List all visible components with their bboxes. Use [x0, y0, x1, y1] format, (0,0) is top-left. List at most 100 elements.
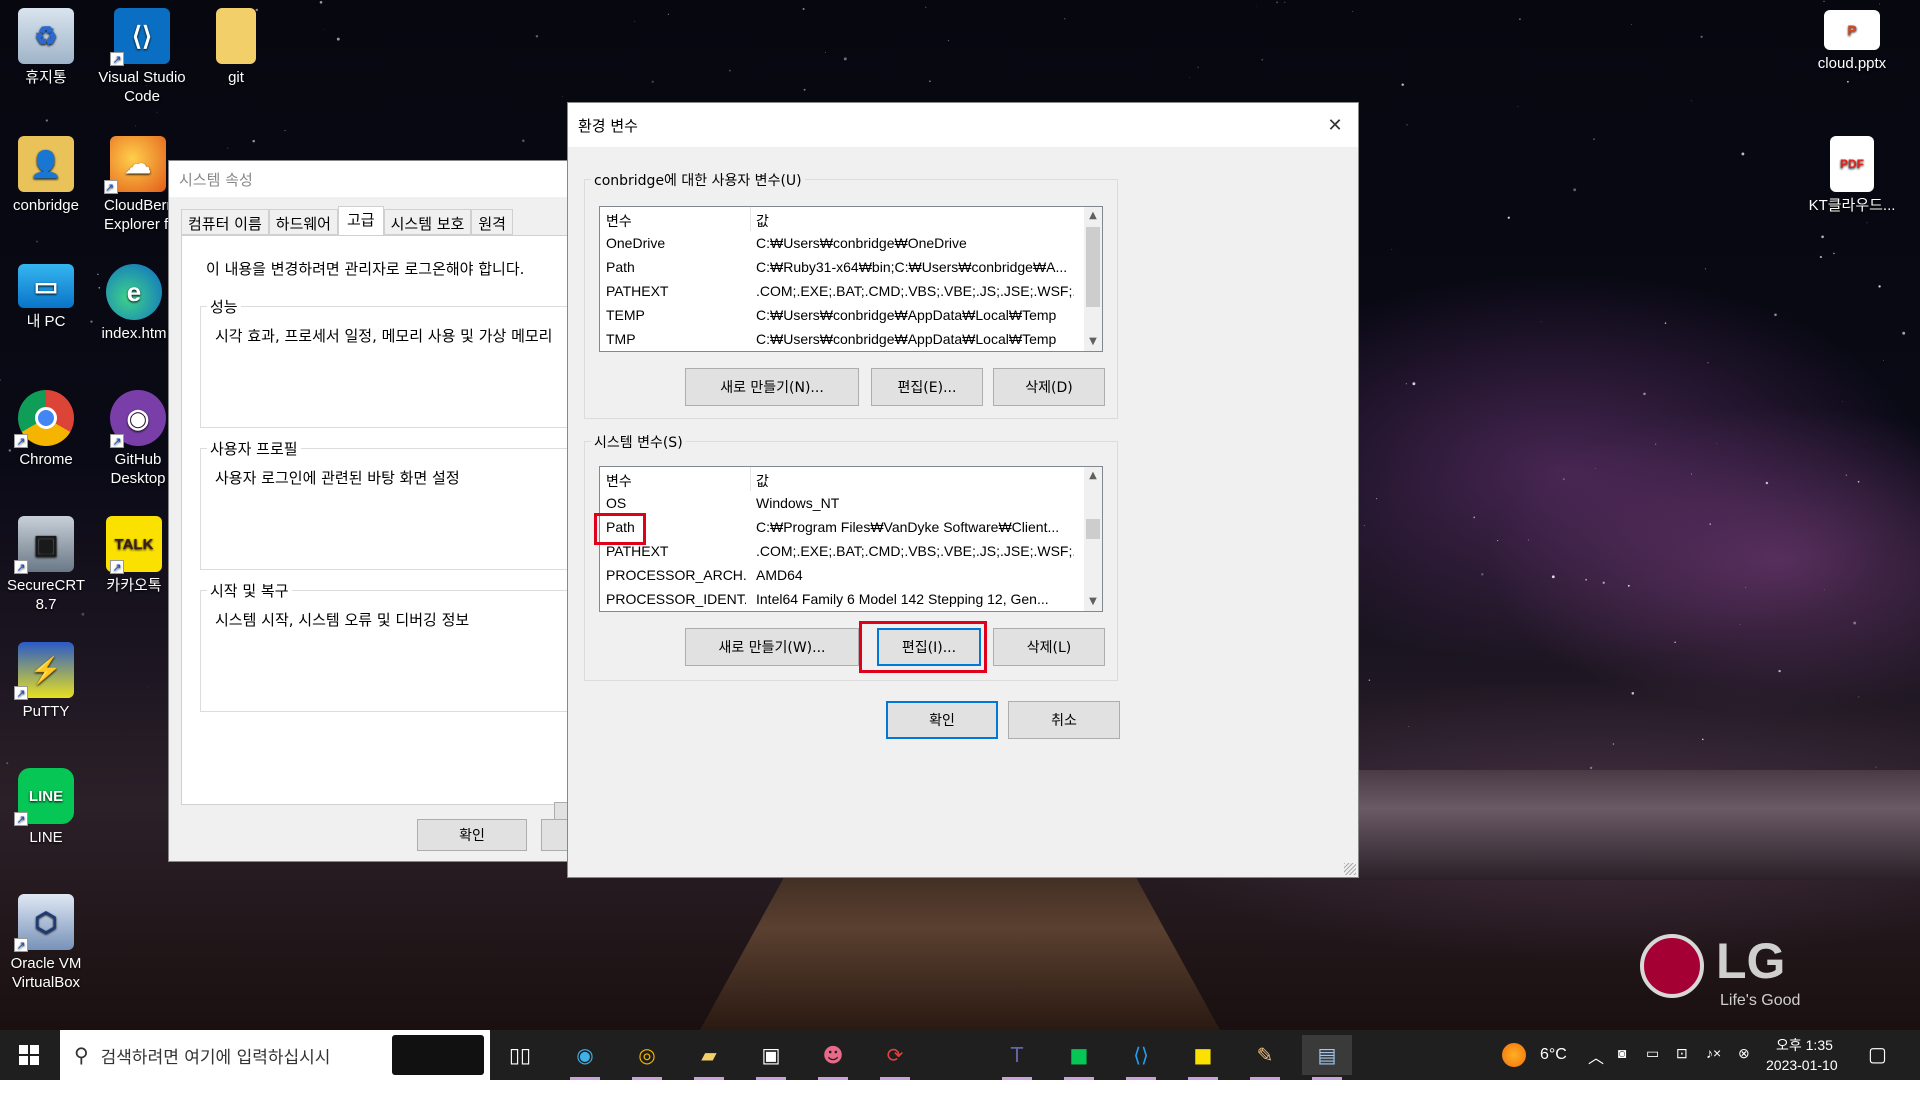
- user-list-scrollbar[interactable]: ▲ ▼: [1084, 207, 1102, 351]
- resize-grip-icon[interactable]: [1344, 863, 1356, 875]
- star: [1507, 216, 1510, 219]
- network-icon[interactable]: ⊡: [1676, 1045, 1688, 1062]
- chrome-icon[interactable]: ◎: [622, 1035, 672, 1080]
- user-new-button[interactable]: 새로 만들기(N)...: [685, 368, 859, 406]
- column-header-variable[interactable]: 변수: [606, 471, 746, 491]
- table-row[interactable]: OneDrive C:₩Users₩conbridge₩OneDrive: [600, 231, 1102, 255]
- weather-temperature[interactable]: 6°C: [1540, 1046, 1567, 1064]
- star: [1401, 83, 1404, 86]
- desktop-icon-kakaotalk[interactable]: TALK ↗ 카카오톡: [96, 516, 172, 595]
- table-row[interactable]: TEMP C:₩Users₩conbridge₩AppData₩Local₩Te…: [600, 303, 1102, 327]
- variable-value: .COM;.EXE;.BAT;.CMD;.VBS;.VBE;.JS;.JSE;.…: [756, 543, 1074, 559]
- system-list-scrollbar[interactable]: ▲ ▼: [1084, 467, 1102, 611]
- system-properties-ok-button[interactable]: 확인: [417, 819, 527, 851]
- desktop-icon-putty[interactable]: ⚡ ↗ PuTTY: [0, 642, 92, 721]
- desktop-icon-index-htm[interactable]: e index.htm: [96, 264, 172, 343]
- weather-icon[interactable]: [1502, 1043, 1526, 1067]
- scroll-thumb[interactable]: [1086, 227, 1100, 307]
- system-new-button[interactable]: 새로 만들기(W)...: [685, 628, 859, 666]
- desktop-icon-conbridge[interactable]: 👤 conbridge: [0, 136, 92, 215]
- user-delete-button[interactable]: 삭제(D): [993, 368, 1105, 406]
- desktop-icon-securecrt[interactable]: ▣ ↗ SecureCRT 8.7: [0, 516, 92, 614]
- star: [1517, 106, 1519, 108]
- desktop-icon-this-pc[interactable]: ▭ 내 PC: [0, 264, 92, 331]
- user-edit-button[interactable]: 편집(E)...: [871, 368, 983, 406]
- scroll-down-icon[interactable]: ▼: [1084, 333, 1102, 351]
- line-icon[interactable]: ■: [1054, 1035, 1104, 1080]
- system-variables-label: 시스템 변수(S): [591, 432, 686, 452]
- system-variables-list[interactable]: 변수 값 OS Windows_NT Path C:₩Program Files…: [599, 466, 1103, 612]
- table-row[interactable]: PROCESSOR_ARCH... AMD64: [600, 563, 1102, 587]
- tab-system-protection[interactable]: 시스템 보호: [383, 209, 472, 235]
- desktop-icon-git[interactable]: git: [190, 8, 282, 87]
- task-view-icon[interactable]: ▯▯: [495, 1035, 545, 1075]
- desktop-icon-cloudberry[interactable]: ☁ ↗ CloudBerry Explorer f: [96, 136, 172, 234]
- battery-icon[interactable]: ▭: [1646, 1045, 1659, 1062]
- recycle-bin-icon: ♻: [18, 8, 74, 64]
- tab-computer-name[interactable]: 컴퓨터 이름: [181, 209, 269, 235]
- scroll-up-icon[interactable]: ▲: [1084, 467, 1102, 485]
- start-button[interactable]: [4, 1035, 54, 1075]
- remote-desktop-icon[interactable]: ▤: [1302, 1035, 1352, 1080]
- user-variables-list[interactable]: 변수 값 OneDrive C:₩Users₩conbridge₩OneDriv…: [599, 206, 1103, 352]
- show-hidden-icons-icon[interactable]: ︿: [1588, 1044, 1604, 1068]
- kakaotalk-icon[interactable]: ■: [1178, 1035, 1228, 1080]
- column-header-value[interactable]: 값: [756, 211, 1074, 231]
- tab-advanced[interactable]: 고급: [337, 206, 384, 235]
- startup-recovery-group-label: 시작 및 복구: [207, 580, 292, 601]
- table-row[interactable]: PATHEXT .COM;.EXE;.BAT;.CMD;.VBS;.VBE;.J…: [600, 539, 1102, 563]
- scroll-up-icon[interactable]: ▲: [1084, 207, 1102, 225]
- clock-time[interactable]: 오후 1:35: [1776, 1035, 1833, 1055]
- clock-date[interactable]: 2023-01-10: [1766, 1057, 1838, 1073]
- star: [1774, 313, 1777, 317]
- volume-muted-icon[interactable]: ♪×: [1706, 1045, 1721, 1061]
- variable-name: PATHEXT: [606, 543, 669, 559]
- table-row[interactable]: PATHEXT .COM;.EXE;.BAT;.CMD;.VBS;.VBE;.J…: [600, 279, 1102, 303]
- close-icon[interactable]: ✕: [1312, 103, 1358, 147]
- column-header-variable[interactable]: 변수: [606, 211, 746, 231]
- scroll-thumb[interactable]: [1086, 519, 1100, 539]
- app-icon[interactable]: ☻: [808, 1035, 858, 1080]
- screen-bottom-strip: [0, 1080, 1920, 1100]
- table-row[interactable]: Path C:₩Ruby31-x64₩bin;C:₩Users₩conbridg…: [600, 255, 1102, 279]
- desktop-icon-recycle-bin[interactable]: ♻ 휴지통: [0, 8, 92, 87]
- window-title: 시스템 속성: [179, 170, 253, 189]
- scroll-down-icon[interactable]: ▼: [1084, 593, 1102, 611]
- desktop-icon-virtualbox[interactable]: ⬡ ↗ Oracle VM VirtualBox: [0, 894, 92, 992]
- search-box[interactable]: ⚲ 검색하려면 여기에 입력하십시시: [60, 1030, 490, 1080]
- star: [1857, 480, 1860, 483]
- desktop-icon-vscode[interactable]: ⟨⟩ ↗ Visual Studio Code: [96, 8, 188, 106]
- variable-value: C:₩Users₩conbridge₩AppData₩Local₩Temp: [756, 331, 1057, 347]
- table-row[interactable]: Path C:₩Program Files₩VanDyke Software₩C…: [600, 515, 1102, 539]
- desktop-icon-kt-cloud-pdf[interactable]: PDF KT클라우드...: [1804, 136, 1900, 215]
- variable-value: C:₩Users₩conbridge₩OneDrive: [756, 235, 967, 251]
- teams-icon[interactable]: T: [992, 1035, 1042, 1080]
- shortcut-arrow-icon: ↗: [110, 434, 124, 448]
- file-explorer-icon[interactable]: ▰: [684, 1035, 734, 1080]
- desktop-icon-chrome[interactable]: ↗ Chrome: [0, 390, 92, 469]
- status-icon[interactable]: ⊗: [1738, 1045, 1750, 1062]
- ok-button[interactable]: 확인: [886, 701, 998, 739]
- star: [1189, 77, 1191, 79]
- sync-icon[interactable]: ⟳: [870, 1035, 920, 1080]
- notification-center-icon[interactable]: ▢: [1868, 1042, 1887, 1067]
- table-row[interactable]: PROCESSOR_IDENT... Intel64 Family 6 Mode…: [600, 587, 1102, 611]
- terminal-icon[interactable]: ▣: [746, 1035, 796, 1080]
- star: [1551, 575, 1555, 579]
- cancel-button[interactable]: 취소: [1008, 701, 1120, 739]
- table-row[interactable]: TMP C:₩Users₩conbridge₩AppData₩Local₩Tem…: [600, 327, 1102, 351]
- vscode-icon[interactable]: ⟨⟩: [1116, 1035, 1166, 1080]
- search-placeholder: 검색하려면 여기에 입력하십시시: [100, 1047, 331, 1068]
- shortcut-arrow-icon: ↗: [14, 560, 28, 574]
- tab-remote[interactable]: 원격: [471, 209, 513, 235]
- edge-icon[interactable]: ◉: [560, 1035, 610, 1080]
- paint-icon[interactable]: ✎: [1240, 1035, 1290, 1080]
- column-header-value[interactable]: 값: [756, 471, 1074, 491]
- lg-tagline: Life's Good: [1720, 992, 1801, 1009]
- desktop-icon-line[interactable]: LINE ↗ LINE: [0, 768, 92, 847]
- table-row[interactable]: OS Windows_NT: [600, 491, 1102, 515]
- camera-icon[interactable]: ◙: [1618, 1045, 1626, 1061]
- system-delete-button[interactable]: 삭제(L): [993, 628, 1105, 666]
- tab-hardware[interactable]: 하드웨어: [268, 209, 338, 235]
- desktop-icon-cloud-pptx[interactable]: P cloud.pptx: [1804, 10, 1900, 73]
